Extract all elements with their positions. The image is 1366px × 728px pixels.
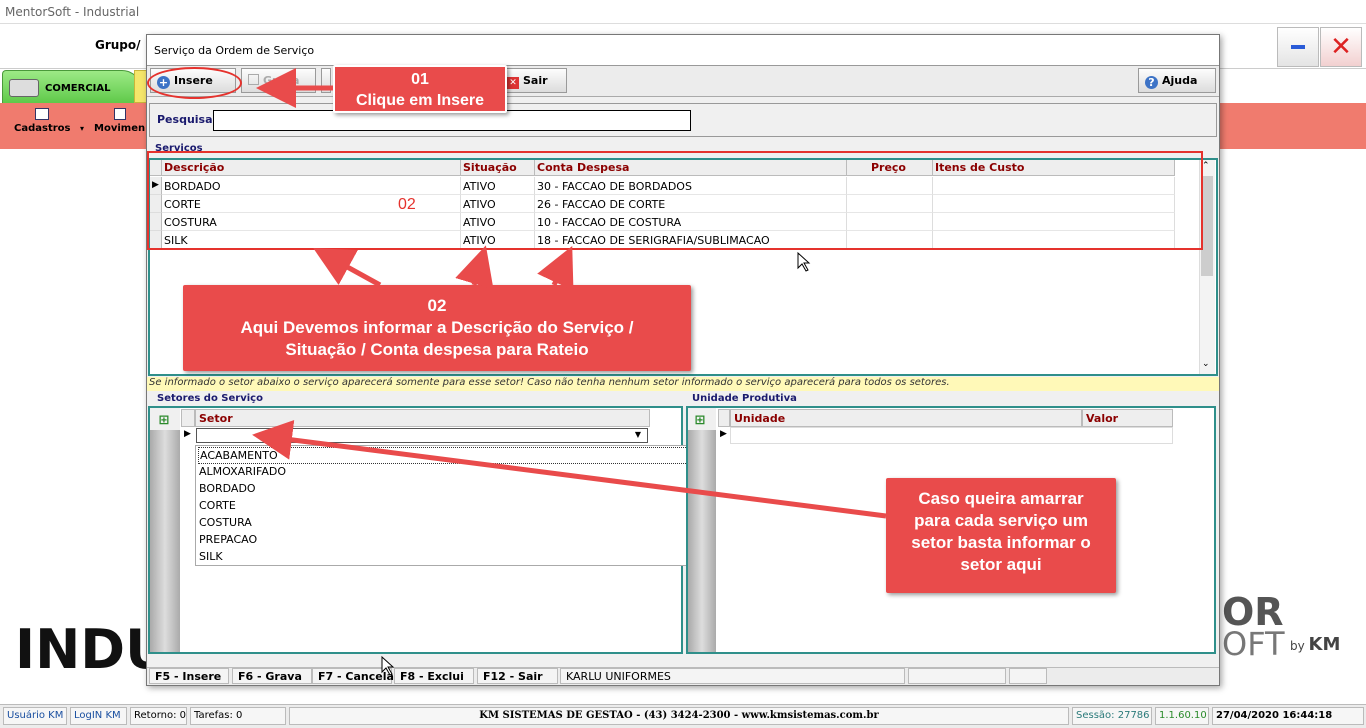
- fkey-exclui[interactable]: F8 - Exclui: [394, 668, 474, 684]
- fkey-sair[interactable]: F12 - Sair: [477, 668, 558, 684]
- row-indicator-icon: ▶: [720, 429, 727, 439]
- ajuda-button[interactable]: ? Ajuda: [1138, 68, 1216, 93]
- unidade-grid-corner: [718, 409, 730, 427]
- callout-setor-line3: setor basta informar o: [911, 533, 1091, 552]
- status-usuario: Usuário KM: [3, 707, 67, 725]
- callout-02-line1: Aqui Devemos informar a Descrição do Ser…: [240, 318, 634, 337]
- exit-icon: ✕: [507, 77, 519, 89]
- col-unidade[interactable]: Unidade: [730, 409, 1082, 427]
- company-name: KARLU UNIFORMES: [560, 668, 905, 684]
- callout-01-number: 01: [411, 71, 429, 88]
- ribbon-cadastros[interactable]: Cadastros: [14, 108, 70, 134]
- row-indicator-icon: ▶: [184, 429, 191, 439]
- cadastros-icon: [35, 108, 50, 120]
- callout-setor-line2: para cada serviço um: [914, 511, 1088, 530]
- setores-nav-strip: [150, 430, 180, 652]
- cash-register-icon: [9, 79, 39, 97]
- tab-comercial-label: COMERCIAL: [45, 83, 111, 94]
- sair-label: Sair: [523, 74, 548, 87]
- status-tarefas: Tarefas: 0: [190, 707, 286, 725]
- search-label: Pesquisa: [157, 113, 213, 126]
- minimize-button[interactable]: [1277, 27, 1319, 67]
- grid-step-label: 02: [398, 196, 416, 213]
- callout-01: 01 Clique em Insere: [333, 65, 507, 113]
- ribbon-movimentos-label: Movimen: [94, 123, 146, 134]
- callout-02-line2: Situação / Conta despesa para Rateio: [285, 340, 589, 359]
- status-company: KM SISTEMAS DE GESTAO - (43) 3424-2300 -…: [289, 707, 1069, 725]
- chevron-down-icon[interactable]: ▾: [80, 124, 84, 133]
- insere-highlight: [147, 67, 242, 99]
- scroll-up-icon[interactable]: ⌃: [1202, 161, 1210, 171]
- dropdown-arrow-icon[interactable]: ▼: [632, 430, 644, 441]
- fkey-insere[interactable]: F5 - Insere: [149, 668, 229, 684]
- unidade-new-row[interactable]: [730, 427, 1173, 444]
- fkey-cancela[interactable]: F7 - Cancela: [312, 668, 394, 684]
- callout-setor: Caso queira amarrar para cada serviço um…: [886, 478, 1116, 593]
- km-logo-by: by: [1290, 639, 1305, 653]
- unidade-caption: Unidade Produtiva: [692, 393, 797, 404]
- minimize-icon: [1291, 45, 1305, 49]
- fkey-blank: [1009, 668, 1047, 684]
- fkey-grava[interactable]: F6 - Grava: [232, 668, 312, 684]
- status-datetime: 27/04/2020 16:44:18: [1212, 707, 1364, 725]
- add-unidade-icon[interactable]: ⊞: [692, 413, 708, 429]
- setor-grid-corner: [181, 409, 195, 427]
- ribbon-movimentos[interactable]: Movimen: [94, 108, 145, 134]
- fkey-blank: [908, 668, 1006, 684]
- status-login: LogIN KM: [70, 707, 127, 725]
- col-valor[interactable]: Valor: [1082, 409, 1173, 427]
- unidade-nav-strip: [688, 430, 716, 652]
- movimentos-icon: [113, 108, 126, 120]
- grava-label: Grava: [263, 74, 300, 87]
- dialog-title: Serviço da Ordem de Serviço: [154, 44, 315, 57]
- dialog-titlebar: Serviço da Ordem de Serviço: [147, 35, 1219, 65]
- ajuda-label: Ajuda: [1162, 74, 1198, 87]
- sair-button[interactable]: ✕ Sair: [500, 68, 567, 93]
- km-logo: by KM: [1290, 634, 1340, 655]
- add-setor-icon[interactable]: ⊞: [156, 413, 172, 429]
- col-setor[interactable]: Setor: [195, 409, 650, 427]
- ribbon-cadastros-label: Cadastros: [14, 123, 71, 134]
- hidden-button[interactable]: [321, 68, 331, 93]
- callout-01-text: Clique em Insere: [355, 92, 485, 109]
- scroll-down-icon[interactable]: ⌄: [1202, 359, 1210, 369]
- info-message: Se informado o setor abaixo o serviço ap…: [147, 377, 1219, 391]
- km-logo-text: KM: [1308, 634, 1341, 655]
- callout-setor-line1: Caso queira amarrar: [918, 489, 1084, 508]
- status-version: 1.1.60.10: [1155, 707, 1209, 725]
- mentor-logo-line2: OFT: [1222, 625, 1285, 663]
- setor-combo[interactable]: [196, 428, 648, 443]
- close-icon: ✕: [1330, 32, 1352, 62]
- status-sessao: Sessão: 27786: [1072, 707, 1152, 725]
- callout-02: 02 Aqui Devemos informar a Descrição do …: [183, 285, 691, 371]
- app-titlebar: MentorSoft - Industrial: [0, 0, 1366, 24]
- grid-highlight: [147, 151, 1203, 250]
- app-title: MentorSoft - Industrial: [5, 5, 140, 19]
- callout-setor-line4: setor aqui: [960, 555, 1042, 574]
- search-input[interactable]: [213, 110, 691, 131]
- save-icon: [248, 74, 259, 85]
- help-icon: ?: [1145, 76, 1158, 89]
- status-retorno: Retorno: 0: [130, 707, 187, 725]
- grava-button[interactable]: Grava: [241, 68, 316, 93]
- close-app-button[interactable]: ✕: [1320, 27, 1362, 67]
- callout-02-number: 02: [427, 296, 447, 315]
- grupo-label: Grupo/: [95, 38, 141, 52]
- setores-caption: Setores do Serviço: [157, 393, 263, 404]
- tab-comercial[interactable]: COMERCIAL: [2, 70, 142, 103]
